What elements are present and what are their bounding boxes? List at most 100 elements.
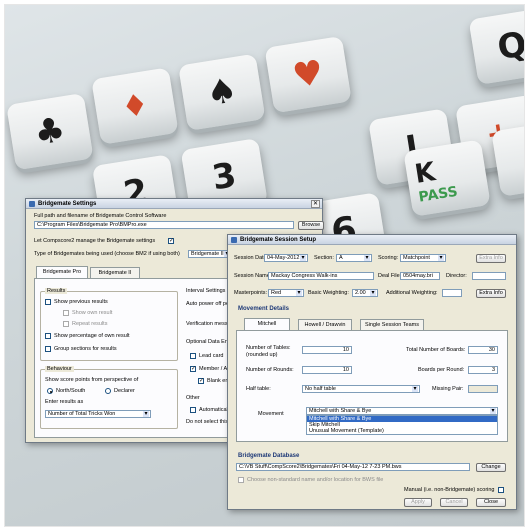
group-sections-label: Group sections for results	[54, 346, 117, 352]
extra-info-button[interactable]: Extra Info	[476, 289, 506, 298]
movement-select[interactable]: Mitchell with Share & Bye	[306, 407, 498, 415]
show-percentage-label: Show percentage of own result	[54, 333, 130, 339]
masterpoints-label: Masterpoints:	[234, 290, 268, 296]
boards-per-round-input[interactable]: 3	[468, 366, 498, 374]
movement-option-unusual-template[interactable]: Unusual Movement (Template)	[307, 428, 497, 434]
session-titlebar[interactable]: Bridgemate Session Setup	[228, 235, 516, 245]
three-key-label: 3	[209, 155, 240, 199]
close-icon[interactable]: ✕	[311, 200, 320, 208]
north-south-radio[interactable]	[47, 388, 53, 394]
auto-close-checkbox[interactable]	[190, 407, 196, 413]
control-software-path-input[interactable]: C:\Program Files\Bridgemate Pro\BMPro.ex…	[34, 221, 294, 229]
tab-mitchell[interactable]: Mitchell	[244, 318, 290, 330]
show-percentage-checkbox[interactable]	[45, 333, 51, 339]
screenshot-frame: ♣ ♦ ♠ ♥ Q 2 3 J + 6 K PASS A Bridgemate …	[4, 4, 525, 527]
behaviour-group-title: Behaviour	[45, 366, 74, 372]
declarer-radio[interactable]	[105, 388, 111, 394]
diamonds-key: ♦	[91, 67, 179, 145]
q-key-label: Q	[494, 24, 525, 69]
session-name-input[interactable]: Mackay Congress Walk-ins	[268, 272, 374, 280]
enter-results-select[interactable]: Number of Total Tricks Won	[45, 410, 151, 418]
diamond-icon: ♦	[118, 86, 151, 126]
browse-button[interactable]: Browse	[298, 221, 324, 230]
nonstandard-name-label: Choose non-standard name and/or location…	[247, 477, 384, 483]
k-key-label: K	[412, 157, 438, 190]
additional-weighting-input[interactable]	[442, 289, 462, 297]
deal-file-input[interactable]: 0504may.bri	[400, 272, 440, 280]
app-icon	[231, 236, 237, 243]
enter-results-label: Enter results as	[45, 399, 84, 405]
settings-titlebar[interactable]: Bridgemate Settings	[26, 199, 322, 209]
masterpoints-select[interactable]: Red	[268, 289, 304, 297]
lead-card-label: Lead card	[199, 353, 224, 359]
scoring-select[interactable]: Matchpoint	[400, 254, 446, 262]
heart-icon: ♥	[289, 52, 327, 97]
director-input[interactable]	[472, 272, 506, 280]
boards-per-round-label: Boards per Round:	[418, 367, 465, 373]
manual-scoring-label: Manual (i.e. non-Bridgemate) scoring	[404, 487, 495, 493]
declarer-label: Declarer	[114, 388, 135, 394]
num-rounds-label: Number of Rounds:	[246, 367, 294, 373]
a-key: A	[491, 119, 525, 197]
tab-bridgemate-pro[interactable]: Bridgemate Pro	[36, 266, 88, 278]
k-pass-key: K PASS	[403, 139, 491, 217]
session-setup-window: Bridgemate Session Setup Session Date: 0…	[227, 234, 517, 510]
director-label: Director:	[446, 273, 467, 279]
path-label: Full path and filename of Bridgemate Con…	[34, 213, 167, 219]
missing-pair-label: Missing Pair:	[432, 386, 464, 392]
close-button[interactable]: Close	[476, 498, 506, 507]
manual-scoring-checkbox[interactable]	[498, 487, 504, 493]
movement-label: Movement	[258, 411, 284, 417]
app-icon	[29, 200, 35, 207]
manage-settings-label: Let Compscore2 manage the Bridgemate set…	[34, 238, 156, 244]
clubs-key: ♣	[6, 92, 94, 171]
auto-power-off-label: Auto power off peri	[186, 301, 233, 307]
other-title: Other	[186, 395, 200, 401]
change-button[interactable]: Change	[476, 463, 506, 472]
additional-weighting-label: Additional Weighting:	[386, 290, 438, 296]
total-boards-label: Total Number of Boards:	[406, 347, 466, 353]
manage-settings-checkbox[interactable]	[168, 237, 174, 244]
section-select[interactable]: A	[336, 254, 372, 262]
cancel-button[interactable]: Cancel	[440, 498, 468, 507]
extra-info-top-button[interactable]: Extra Info	[476, 254, 506, 263]
a-key-label: A	[520, 139, 525, 178]
apply-button[interactable]: Apply	[404, 498, 432, 507]
num-tables-input[interactable]: 10	[302, 346, 352, 354]
repeat-results-checkbox	[63, 321, 69, 327]
spade-icon: ♠	[203, 70, 241, 115]
lead-card-checkbox[interactable]	[190, 353, 196, 359]
basic-weighting-select[interactable]: 2.00	[352, 289, 378, 297]
tab-single-session-teams[interactable]: Single Session Teams	[360, 319, 424, 330]
session-date-select[interactable]: 04-May-2012	[264, 254, 308, 262]
session-title: Bridgemate Session Setup	[240, 236, 317, 243]
num-tables-label: Number of Tables:	[246, 345, 291, 351]
movement-details-heading: Movement Details	[238, 306, 290, 312]
show-own-checkbox	[63, 310, 69, 316]
total-boards-input[interactable]: 30	[468, 346, 498, 354]
q-key: Q	[468, 7, 525, 85]
group-sections-checkbox[interactable]	[45, 346, 51, 352]
movement-dropdown-list: Mitchell with Share & Bye Skip Mitchell …	[306, 415, 498, 435]
half-table-select[interactable]: No half table	[302, 385, 420, 393]
results-group-title: Results	[45, 288, 68, 294]
bridgemate-type-label: Type of Bridgemates being used (choose B…	[34, 251, 180, 257]
deal-file-label: Deal File:	[378, 273, 402, 279]
session-name-label: Session Name:	[234, 273, 272, 279]
num-rounds-input[interactable]: 10	[302, 366, 352, 374]
half-table-label: Half table:	[246, 386, 271, 392]
database-path-input[interactable]: C:\VB Stuff\CompScore2\Bridgemates\Fri 0…	[236, 463, 470, 471]
bridgemate-type-select[interactable]: Bridgemate II	[188, 250, 232, 258]
tab-howell-drawvin[interactable]: Howell / Drawvin	[298, 319, 352, 330]
repeat-results-label: Repeat results	[72, 321, 108, 327]
tab-bridgemate-ii[interactable]: Bridgemate II	[90, 267, 140, 278]
member-abf-checkbox[interactable]	[190, 365, 196, 372]
blank-entries-checkbox[interactable]	[198, 377, 204, 384]
north-south-label: North/South	[56, 388, 86, 394]
show-previous-label: Show previous results	[54, 299, 108, 305]
section-label: Section:	[314, 255, 334, 261]
settings-title: Bridgemate Settings	[38, 200, 97, 207]
nonstandard-name-checkbox[interactable]	[238, 477, 244, 483]
hearts-key: ♥	[264, 35, 352, 114]
show-previous-checkbox[interactable]	[45, 299, 51, 305]
